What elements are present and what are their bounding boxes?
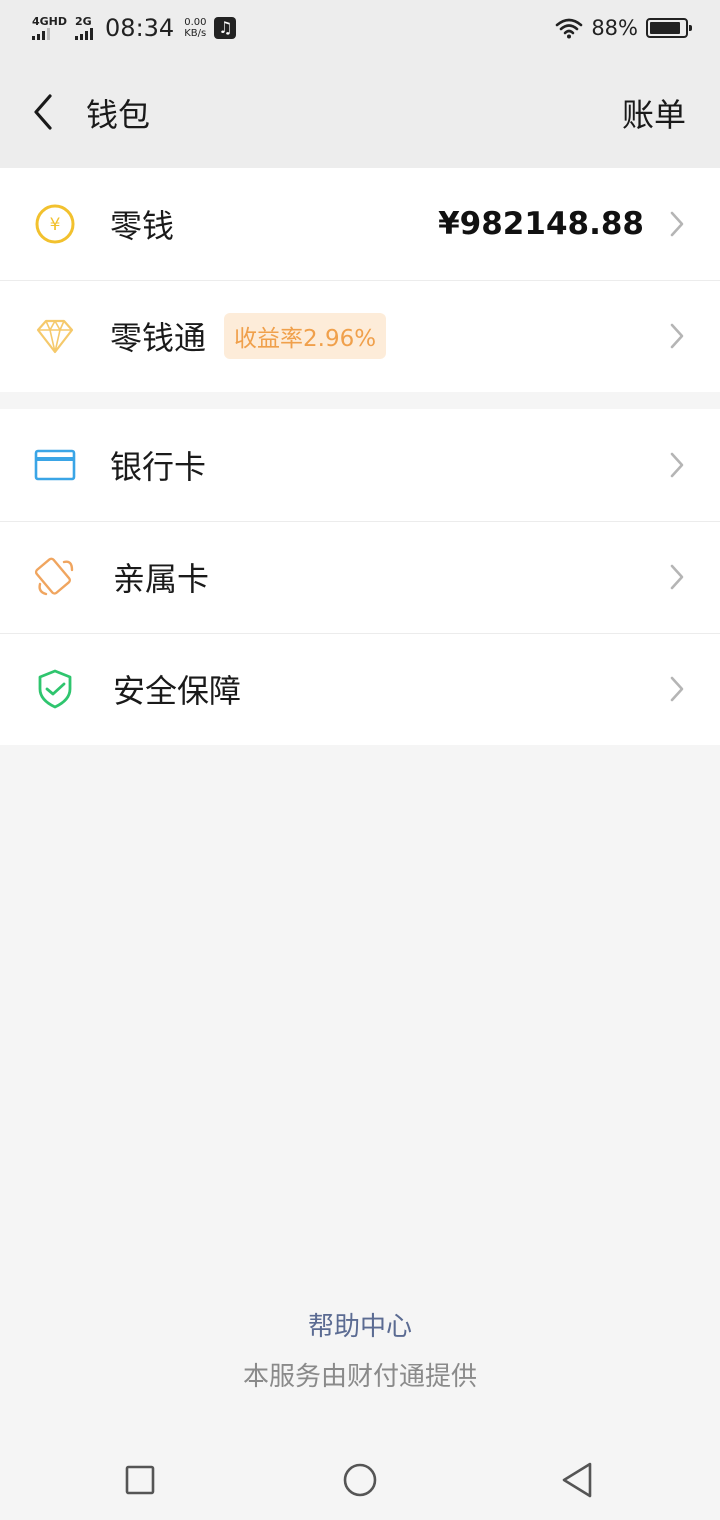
provider-note: 本服务由财付通提供 [242, 1362, 477, 1392]
chevron-right-icon [670, 323, 684, 349]
status-right: 88% [555, 16, 692, 40]
back-arrow-icon[interactable] [28, 92, 62, 132]
list-item-lingqiantong[interactable]: 零钱通 收益率2.96% [0, 280, 720, 392]
bill-button[interactable]: 账单 [622, 90, 686, 136]
security-label: 安全保障 [113, 672, 242, 710]
nav-bar: 钱包 账单 [0, 56, 720, 168]
speed-value: 0.00 [184, 17, 207, 28]
list-item-security[interactable]: 安全保障 [0, 633, 720, 745]
yield-badge: 收益率2.96% [224, 313, 387, 359]
list-item-family-card[interactable]: 亲属卡 [0, 521, 720, 633]
home-icon[interactable] [340, 1460, 380, 1500]
wifi-icon [556, 18, 583, 39]
bank-card-icon [34, 449, 76, 481]
signal-2g: 2G [75, 15, 94, 40]
network-type-4g: 4GHD [32, 15, 68, 28]
shield-check-icon [38, 669, 72, 709]
status-left: 4GHD 2G 08:34 0.00 KB/s ♫ [32, 14, 237, 42]
svg-text:¥: ¥ [50, 215, 61, 235]
clock: 08:34 [105, 14, 175, 42]
music-icon: ♫ [214, 17, 237, 39]
bank-card-label: 银行卡 [110, 448, 207, 486]
list-item-bank-card[interactable]: 银行卡 [0, 409, 720, 521]
network-speed: 0.00 KB/s [184, 17, 206, 39]
back-nav-icon[interactable] [558, 1460, 598, 1500]
family-card-label: 亲属卡 [113, 560, 210, 598]
system-nav-bar [0, 1440, 720, 1520]
yuan-coin-icon: ¥ [35, 204, 75, 244]
chevron-right-icon [670, 564, 684, 590]
status-bar: 4GHD 2G 08:34 0.00 KB/s ♫ 88% [0, 0, 720, 56]
network-type-2g: 2G [75, 15, 92, 28]
family-card-icon [34, 557, 74, 596]
lingqiantong-label: 零钱通 [110, 319, 207, 357]
wallet-group-cards: 银行卡 亲属卡 安全保障 [0, 409, 720, 745]
speed-unit: KB/s [184, 28, 207, 39]
diamond-icon [36, 319, 74, 354]
page-title: 钱包 [86, 96, 151, 134]
signal-4g: 4GHD [32, 16, 67, 40]
battery-icon [646, 18, 692, 38]
help-center-link[interactable]: 帮助中心 [0, 1306, 720, 1343]
battery-percent: 88% [591, 16, 638, 40]
change-amount: ¥982148.88 [438, 206, 644, 242]
chevron-right-icon [670, 452, 684, 478]
change-label: 零钱 [110, 207, 175, 245]
recent-apps-icon[interactable] [120, 1460, 160, 1500]
signal-bars-icon [75, 28, 94, 40]
wallet-group-main: ¥ 零钱 ¥982148.88 零钱通 收益率2.96% [0, 168, 720, 392]
signal-bars-icon [32, 28, 50, 40]
chevron-right-icon [670, 211, 684, 237]
list-item-change[interactable]: ¥ 零钱 ¥982148.88 [0, 168, 720, 280]
chevron-right-icon [670, 676, 684, 702]
